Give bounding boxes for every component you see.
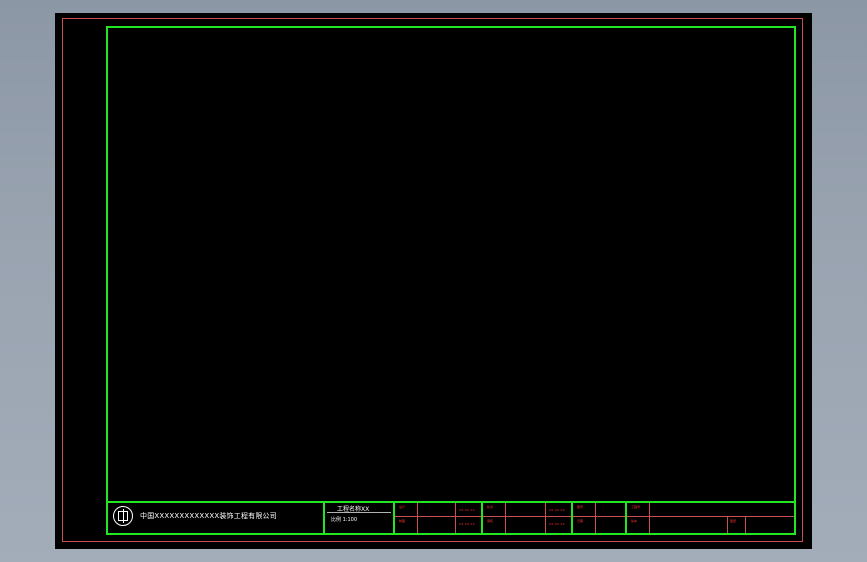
- grid-col-divider: [417, 503, 418, 533]
- grid-row-divider: [395, 516, 481, 517]
- sign-label-draft: 制图: [399, 519, 406, 523]
- grid-row-divider: [573, 516, 625, 517]
- grid-col-divider: [745, 516, 746, 533]
- grid-col-divider: [545, 503, 546, 533]
- company-logo-icon: [113, 506, 133, 526]
- sign-date-design: XX.XX.XX: [459, 508, 475, 512]
- company-name: 中国XXXXXXXXXXXXX装饰工程有限公司: [140, 512, 277, 520]
- drawing-frame: 中国XXXXXXXXXXXXX装饰工程有限公司 工程名称XX 比例 1:100 …: [106, 26, 796, 535]
- grid-col-divider: [649, 503, 650, 533]
- sign-date-review: XX.XX.XX: [549, 522, 565, 526]
- grid-col-divider: [455, 503, 456, 533]
- title-block: 中国XXXXXXXXXXXXX装饰工程有限公司 工程名称XX 比例 1:100 …: [108, 501, 794, 533]
- sign-label-design: 设计: [399, 505, 406, 509]
- info-grid: 工程号 版本 图纸: [625, 503, 794, 533]
- sign-grid-2: 校对 XX.XX.XX 审核 XX.XX.XX: [481, 503, 571, 533]
- grid-row-divider: [483, 516, 571, 517]
- grid-row-divider: [627, 516, 794, 517]
- drawing-viewport[interactable]: 中国XXXXXXXXXXXXX装饰工程有限公司 工程名称XX 比例 1:100 …: [55, 13, 812, 549]
- info-label-project: 工程号: [631, 505, 641, 509]
- sign-label-number: 图号: [577, 505, 584, 509]
- sign-label-check: 校对: [487, 505, 494, 509]
- info-label-version: 版本: [631, 519, 638, 523]
- sign-grid-1: 设计 XX.XX.XX 制图 XX.XX.XX: [393, 503, 481, 533]
- sign-date-draft: XX.XX.XX: [459, 522, 475, 526]
- project-cell: 工程名称XX 比例 1:100: [323, 503, 393, 533]
- sign-date-check: XX.XX.XX: [549, 508, 565, 512]
- project-divider: [327, 512, 391, 513]
- sign-label-date: 日期: [577, 519, 584, 523]
- grid-col-divider: [505, 503, 506, 533]
- grid-col-divider: [727, 516, 728, 533]
- drawing-scale: 比例 1:100: [331, 517, 357, 523]
- sign-grid-3: 图号 日期: [571, 503, 625, 533]
- sign-label-review: 审核: [487, 519, 494, 523]
- info-label-sheet: 图纸: [730, 519, 737, 523]
- grid-col-divider: [595, 503, 596, 533]
